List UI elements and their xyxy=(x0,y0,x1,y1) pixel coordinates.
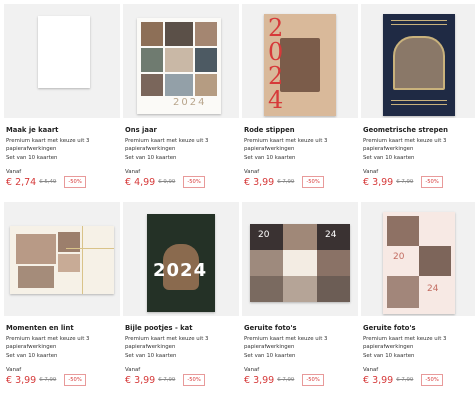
product-set-size: Set van 10 kaarten xyxy=(244,353,296,359)
card-art-year: 2024 xyxy=(268,14,304,114)
card-image: 2024 xyxy=(264,14,336,116)
old-price: € 7,99 xyxy=(277,377,295,383)
current-price: € 3,99 xyxy=(244,176,275,188)
product-card[interactable]: 20 24 Geruite foto's Premium kaart met k… xyxy=(361,202,475,386)
discount-badge: -50% xyxy=(64,374,86,386)
card-art-year-part: 24 xyxy=(325,230,337,240)
product-description: Premium kaart met keuze uit 3 papierafwe… xyxy=(244,336,328,350)
product-description: Premium kaart met keuze uit 3 papierafwe… xyxy=(363,336,447,350)
current-price: € 4,99 xyxy=(125,176,156,188)
card-image xyxy=(10,226,114,294)
product-set-size: Set van 10 kaarten xyxy=(244,155,296,161)
price-line: € 3,99 € 7,99 -50% xyxy=(244,374,324,386)
discount-badge: -50% xyxy=(421,374,443,386)
current-price: € 3,99 xyxy=(363,176,394,188)
card-image: 2024 xyxy=(137,18,221,114)
current-price: € 3,99 xyxy=(244,374,275,386)
product-card[interactable]: 20 24 Geruite foto's Premium kaart met k… xyxy=(242,202,358,386)
card-image xyxy=(383,14,455,116)
price-line: € 3,99 € 7,99 -50% xyxy=(6,374,86,386)
price-from-label: Vanaf xyxy=(125,169,141,175)
product-thumbnail[interactable] xyxy=(4,202,120,316)
product-thumbnail[interactable]: 2024 xyxy=(242,4,358,118)
price-line: € 3,99 € 7,99 -50% xyxy=(363,176,443,188)
product-title[interactable]: Geruite foto's xyxy=(363,324,416,332)
price-from-label: Vanaf xyxy=(6,367,22,373)
blank-card-image xyxy=(38,16,90,88)
old-price: € 5,49 xyxy=(39,179,57,185)
product-card[interactable]: Maak je kaart Premium kaart met keuze ui… xyxy=(4,4,120,188)
product-title[interactable]: Momenten en lint xyxy=(6,324,74,332)
card-art-year-part: 20 xyxy=(393,252,405,262)
price-from-label: Vanaf xyxy=(125,367,141,373)
price-line: € 2,74 € 5,49 -50% xyxy=(6,176,86,188)
product-title[interactable]: Maak je kaart xyxy=(6,126,58,134)
product-set-size: Set van 10 kaarten xyxy=(6,155,58,161)
discount-badge: -50% xyxy=(302,176,324,188)
product-thumbnail[interactable]: 2024 xyxy=(123,4,239,118)
product-set-size: Set van 10 kaarten xyxy=(125,353,177,359)
product-thumbnail[interactable]: 20 24 xyxy=(242,202,358,316)
product-title[interactable]: Geruite foto's xyxy=(244,324,297,332)
price-from-label: Vanaf xyxy=(244,367,260,373)
current-price: € 3,99 xyxy=(363,374,394,386)
card-art-year-part: 20 xyxy=(258,230,270,240)
product-card[interactable]: 2024 Bijle pootjes - kat Premium kaart m… xyxy=(123,202,239,386)
price-line: € 3,99 € 7,99 -50% xyxy=(363,374,443,386)
old-price: € 9,99 xyxy=(158,179,176,185)
product-title[interactable]: Bijle pootjes - kat xyxy=(125,324,193,332)
product-description: Premium kaart met keuze uit 3 papierafwe… xyxy=(363,138,447,152)
old-price: € 7,99 xyxy=(158,377,176,383)
current-price: € 3,99 xyxy=(125,374,156,386)
product-set-size: Set van 10 kaarten xyxy=(6,353,58,359)
price-from-label: Vanaf xyxy=(363,367,379,373)
product-card[interactable]: Momenten en lint Premium kaart met keuze… xyxy=(4,202,120,386)
price-from-label: Vanaf xyxy=(6,169,22,175)
discount-badge: -50% xyxy=(183,176,205,188)
discount-badge: -50% xyxy=(302,374,324,386)
product-description: Premium kaart met keuze uit 3 papierafwe… xyxy=(125,138,209,152)
price-from-label: Vanaf xyxy=(244,169,260,175)
price-line: € 4,99 € 9,99 -50% xyxy=(125,176,205,188)
product-description: Premium kaart met keuze uit 3 papierafwe… xyxy=(6,336,90,350)
card-image: 20 24 xyxy=(250,224,350,302)
product-set-size: Set van 10 kaarten xyxy=(363,353,415,359)
product-card[interactable]: 2024 Ons jaar Premium kaart met keuze ui… xyxy=(123,4,239,188)
price-line: € 3,99 € 7,99 -50% xyxy=(125,374,205,386)
card-art-year: 2024 xyxy=(173,97,207,108)
product-card[interactable]: Geometrische strepen Premium kaart met k… xyxy=(361,4,475,188)
product-title[interactable]: Rode stippen xyxy=(244,126,295,134)
product-thumbnail[interactable] xyxy=(361,4,475,118)
discount-badge: -50% xyxy=(64,176,86,188)
card-image: 2024 xyxy=(147,214,215,312)
product-title[interactable]: Geometrische strepen xyxy=(363,126,448,134)
old-price: € 7,99 xyxy=(277,179,295,185)
product-description: Premium kaart met keuze uit 3 papierafwe… xyxy=(244,138,328,152)
price-from-label: Vanaf xyxy=(363,169,379,175)
card-image: 20 24 xyxy=(383,212,455,314)
old-price: € 7,99 xyxy=(39,377,57,383)
current-price: € 2,74 xyxy=(6,176,37,188)
card-art-year-part: 24 xyxy=(427,284,439,294)
discount-badge: -50% xyxy=(183,374,205,386)
product-thumbnail[interactable]: 20 24 xyxy=(361,202,475,316)
product-description: Premium kaart met keuze uit 3 papierafwe… xyxy=(125,336,209,350)
old-price: € 7,99 xyxy=(396,377,414,383)
product-thumbnail[interactable] xyxy=(4,4,120,118)
product-title[interactable]: Ons jaar xyxy=(125,126,157,134)
old-price: € 7,99 xyxy=(396,179,414,185)
product-set-size: Set van 10 kaarten xyxy=(125,155,177,161)
card-art-year: 2024 xyxy=(153,260,208,281)
discount-badge: -50% xyxy=(421,176,443,188)
price-line: € 3,99 € 7,99 -50% xyxy=(244,176,324,188)
current-price: € 3,99 xyxy=(6,374,37,386)
product-set-size: Set van 10 kaarten xyxy=(363,155,415,161)
product-description: Premium kaart met keuze uit 3 papierafwe… xyxy=(6,138,90,152)
product-card[interactable]: 2024 Rode stippen Premium kaart met keuz… xyxy=(242,4,358,188)
product-thumbnail[interactable]: 2024 xyxy=(123,202,239,316)
